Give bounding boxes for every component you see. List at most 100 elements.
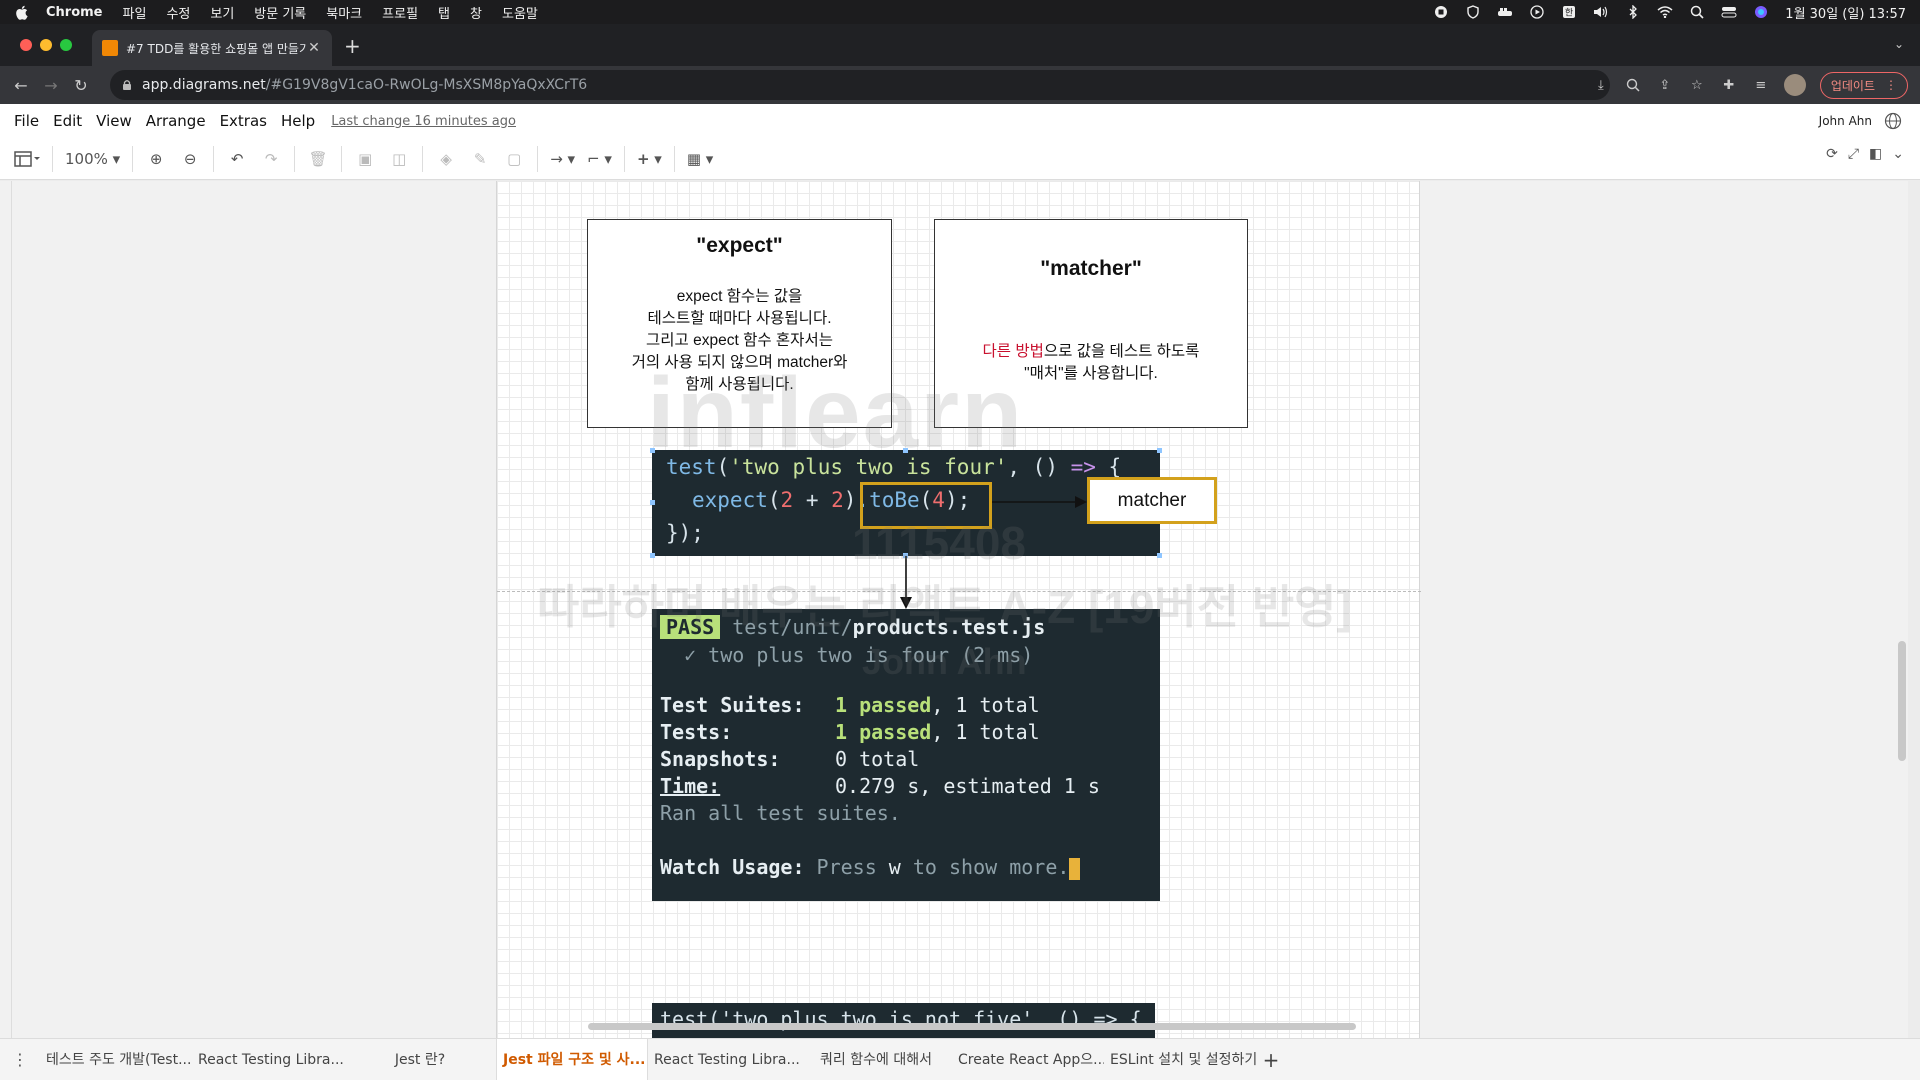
drawio-menu-arrange[interactable]: Arrange	[146, 112, 206, 130]
drawio-favicon-icon	[102, 40, 118, 56]
url-field[interactable]: app.diagrams.net /#G19V8gV1caO-RwOLg-MsX…	[110, 70, 1610, 100]
shapes-panel-collapsed[interactable]	[0, 181, 12, 1038]
page-tab[interactable]: React Testing Libra...	[192, 1039, 344, 1080]
panel-icon[interactable]: ◧	[1869, 146, 1882, 162]
page-tab[interactable]: Create React App으...	[952, 1039, 1104, 1080]
add-page-icon[interactable]: +	[1256, 1048, 1286, 1072]
to-back-icon[interactable]: ◫	[388, 145, 410, 173]
code-block-partial[interactable]: test('two plus two is not five', () => {	[652, 1003, 1155, 1038]
jest-terminal-output[interactable]: PASS test/unit/products.test.js ✓ two pl…	[652, 609, 1160, 901]
term-file: products.test.js	[852, 615, 1046, 639]
close-window-button[interactable]	[20, 39, 32, 51]
drawio-menu-view[interactable]: View	[96, 112, 132, 130]
redo-icon[interactable]: ↷	[260, 145, 282, 173]
matcher-label-box[interactable]: matcher	[1087, 477, 1217, 524]
vertical-scrollbar[interactable]	[1898, 641, 1906, 761]
profile-avatar[interactable]	[1783, 74, 1806, 96]
reload-icon[interactable]: ↻	[66, 76, 96, 95]
menu-file[interactable]: 파일	[123, 3, 147, 22]
menu-profile[interactable]: 프로필	[382, 3, 418, 22]
tab-title: #7 TDD를 활용한 쇼핑몰 앱 만들기	[126, 41, 306, 56]
zoom-out-icon[interactable]: ⊖	[179, 145, 201, 173]
record-icon[interactable]	[1433, 5, 1449, 19]
wifi-icon[interactable]	[1657, 5, 1673, 19]
update-button[interactable]: 업데이트 ⋮	[1819, 71, 1908, 99]
new-tab-icon[interactable]: +	[344, 34, 361, 58]
fill-color-icon[interactable]: ◈	[435, 145, 457, 173]
menu-edit[interactable]: 수정	[166, 3, 190, 22]
line-color-icon[interactable]: ✎	[469, 145, 491, 173]
delete-icon[interactable]: 🗑	[307, 145, 329, 173]
fullscreen-icon[interactable]: ⤢	[1848, 146, 1859, 162]
term-label: Watch Usage:	[660, 855, 805, 879]
zoom-in-icon[interactable]: ⊕	[145, 145, 167, 173]
play-icon[interactable]	[1529, 5, 1545, 19]
apple-icon[interactable]	[14, 4, 28, 20]
menu-tab[interactable]: 탭	[438, 3, 450, 22]
browser-tab-active[interactable]: #7 TDD를 활용한 쇼핑몰 앱 만들기 ✕	[92, 30, 332, 66]
back-arrow-icon[interactable]: ←	[6, 76, 36, 95]
page-tab-active[interactable]: Jest 파일 구조 및 사...	[496, 1038, 648, 1080]
menu-history[interactable]: 방문 기록	[254, 3, 306, 22]
diagram-page[interactable]: "expect" expect 함수는 값을 테스트할 때마다 사용됩니다. 그…	[496, 181, 1421, 1038]
term-value: 0.279 s, estimated 1 s	[835, 774, 1100, 798]
minimize-window-button[interactable]	[40, 39, 52, 51]
waypoints-icon[interactable]: ⌐ ▾	[587, 145, 612, 173]
bluetooth-icon[interactable]	[1625, 5, 1641, 19]
last-change-link[interactable]: Last change 16 minutes ago	[331, 114, 516, 129]
drawio-menu-file[interactable]: File	[14, 112, 39, 130]
menu-bookmarks[interactable]: 북마크	[326, 3, 362, 22]
app-name[interactable]: Chrome	[46, 5, 103, 20]
shield-icon[interactable]	[1465, 5, 1481, 19]
tab-search-chevron-icon[interactable]: ⌄	[1894, 37, 1904, 51]
table-icon[interactable]: ▦ ▾	[687, 145, 713, 173]
page-tab[interactable]: ESLint 설치 및 설정하기	[1104, 1039, 1256, 1080]
search-icon[interactable]	[1689, 5, 1705, 19]
connection-style-icon[interactable]: → ▾	[550, 145, 575, 173]
drawio-menu-help[interactable]: Help	[281, 112, 315, 130]
drawio-menu-edit[interactable]: Edit	[53, 112, 82, 130]
undo-icon[interactable]: ↶	[226, 145, 248, 173]
volume-icon[interactable]	[1593, 5, 1609, 19]
lock-icon[interactable]	[122, 79, 132, 91]
extensions-icon[interactable]: ✚	[1720, 76, 1738, 94]
term-label: Tests:	[660, 720, 733, 744]
input-method-icon[interactable]: 한	[1561, 5, 1577, 19]
drawio-menu-extras[interactable]: Extras	[220, 112, 267, 130]
siri-icon[interactable]	[1753, 5, 1769, 19]
insert-icon[interactable]: + ▾	[637, 145, 662, 173]
globe-icon[interactable]	[1884, 112, 1902, 130]
share-icon[interactable]: ⇪	[1656, 76, 1674, 94]
format-panel-toggle-icon[interactable]	[14, 145, 40, 173]
forward-arrow-icon[interactable]: →	[36, 76, 66, 95]
to-front-icon[interactable]: ▣	[354, 145, 376, 173]
docker-icon[interactable]	[1497, 5, 1513, 19]
diagram-canvas[interactable]: "expect" expect 함수는 값을 테스트할 때마다 사용됩니다. 그…	[12, 181, 1908, 1038]
clock[interactable]: 1월 30일 (일) 13:57	[1785, 3, 1906, 22]
page-tab[interactable]: 쿼리 함수에 대해서	[800, 1039, 952, 1080]
zoom-window-button[interactable]	[60, 39, 72, 51]
reading-list-icon[interactable]: ≡	[1752, 76, 1770, 94]
term-key: w	[888, 855, 901, 879]
install-app-icon[interactable]: ⤓	[1592, 76, 1610, 94]
page-tab[interactable]: 테스트 주도 개발(Test...	[40, 1039, 192, 1080]
zoom-icon[interactable]	[1624, 76, 1642, 94]
bookmark-star-icon[interactable]: ☆	[1688, 76, 1706, 94]
menu-view[interactable]: 보기	[210, 3, 234, 22]
page-tab[interactable]: React Testing Libra...	[648, 1039, 800, 1080]
menu-help[interactable]: 도움말	[502, 3, 538, 22]
pages-menu-icon[interactable]: ⋮	[0, 1050, 40, 1069]
term-snapshots-line: Snapshots: 0 total	[660, 747, 919, 771]
close-tab-icon[interactable]: ✕	[306, 40, 322, 56]
page-tab[interactable]: Jest 란?	[344, 1039, 496, 1080]
pass-badge: PASS	[660, 615, 721, 639]
user-menu[interactable]: John Ahn	[1819, 114, 1872, 128]
shadow-icon[interactable]: ▢	[503, 145, 525, 173]
control-center-icon[interactable]	[1721, 5, 1737, 19]
collapse-icon[interactable]: ⌄	[1892, 146, 1904, 162]
mac-menubar: Chrome 파일 수정 보기 방문 기록 북마크 프로필 탭 창 도움말 한 …	[0, 0, 1920, 24]
sync-icon[interactable]: ⟳	[1826, 146, 1838, 162]
horizontal-scrollbar[interactable]	[588, 1023, 1356, 1030]
zoom-select[interactable]: 100% ▾	[65, 145, 120, 173]
menu-window[interactable]: 창	[470, 3, 482, 22]
